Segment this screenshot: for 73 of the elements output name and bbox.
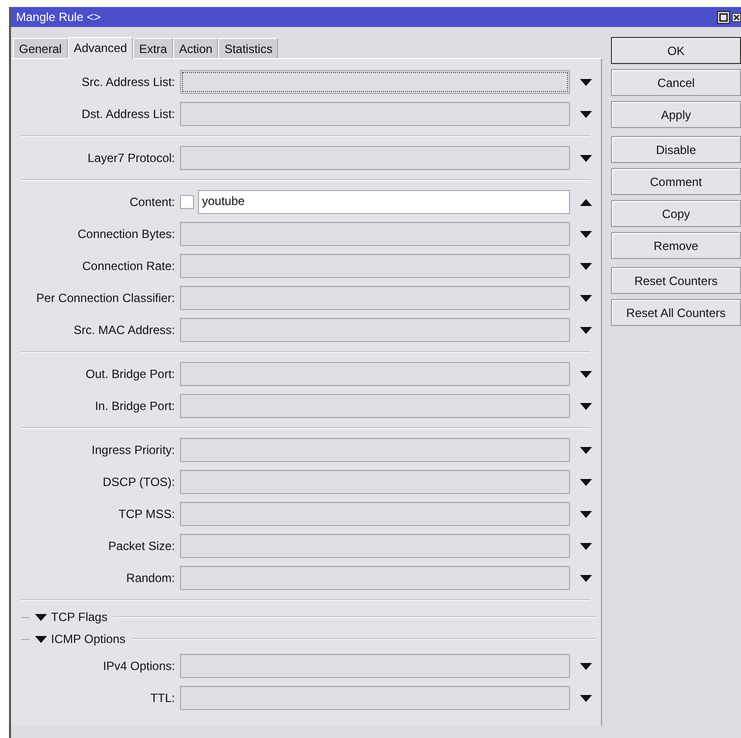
field-label: Ingress Priority:: [90, 443, 175, 457]
input-field[interactable]: [180, 534, 570, 558]
field-label: Out. Bridge Port:: [84, 367, 175, 381]
field-label: Src. MAC Address:: [72, 323, 175, 337]
input-field[interactable]: [180, 362, 570, 386]
dropdown-arrow-icon[interactable]: [580, 370, 592, 378]
dropdown-arrow-icon[interactable]: [580, 230, 592, 238]
action-button[interactable]: Cancel: [611, 69, 741, 96]
dropdown-arrow-icon[interactable]: [580, 574, 592, 582]
window-title: Mangle Rule <>: [16, 10, 102, 24]
input-field[interactable]: [180, 286, 570, 310]
field-label: Connection Bytes:: [76, 227, 175, 241]
input-field[interactable]: [180, 470, 570, 494]
action-button[interactable]: Copy: [611, 200, 741, 227]
input-field[interactable]: [180, 438, 570, 462]
input-field[interactable]: [180, 102, 570, 126]
action-button[interactable]: Reset All Counters: [611, 299, 741, 326]
section-toggle[interactable]: ICMP Options: [33, 632, 128, 646]
collapse-arrow-icon[interactable]: [580, 198, 592, 206]
dropdown-arrow-icon[interactable]: [580, 110, 592, 118]
dropdown-arrow-icon[interactable]: [580, 294, 592, 302]
input-field[interactable]: [180, 146, 570, 170]
field-label: In. Bridge Port:: [94, 399, 175, 413]
dropdown-arrow-icon[interactable]: [580, 78, 592, 86]
dropdown-arrow-icon[interactable]: [580, 478, 592, 486]
input-field[interactable]: [180, 686, 570, 710]
dropdown-arrow-icon[interactable]: [580, 402, 592, 410]
dropdown-arrow-icon[interactable]: [580, 326, 592, 334]
tab[interactable]: Extra: [133, 38, 174, 58]
tab[interactable]: Advanced: [68, 37, 134, 59]
action-button[interactable]: Comment: [611, 168, 741, 195]
expand-arrow-icon: [35, 636, 47, 642]
dropdown-arrow-icon[interactable]: [580, 510, 592, 518]
action-button[interactable]: OK: [611, 37, 741, 64]
dropdown-arrow-icon[interactable]: [580, 542, 592, 550]
tab[interactable]: Statistics: [218, 38, 278, 58]
tab[interactable]: General: [13, 38, 68, 58]
dropdown-arrow-icon[interactable]: [580, 446, 592, 454]
tab[interactable]: Action: [173, 38, 218, 58]
input-field[interactable]: [180, 502, 570, 526]
field-label: TCP MSS:: [118, 507, 175, 521]
close-icon[interactable]: [732, 10, 741, 24]
field-label: DSCP (TOS):: [102, 475, 175, 489]
action-button[interactable]: Reset Counters: [611, 267, 741, 294]
negate-checkbox[interactable]: [180, 195, 194, 209]
dropdown-arrow-icon[interactable]: [580, 694, 592, 702]
field-label: Random:: [125, 571, 175, 585]
input-field[interactable]: [180, 70, 570, 94]
action-button[interactable]: Disable: [611, 136, 741, 163]
action-button[interactable]: Apply: [611, 101, 741, 128]
field-label: Packet Size:: [107, 539, 175, 553]
input-field[interactable]: [180, 394, 570, 418]
field-label: TTL:: [149, 691, 175, 705]
input-field[interactable]: youtube: [198, 190, 570, 214]
field-label: IPv4 Options:: [102, 659, 175, 673]
field-label: Layer7 Protocol:: [86, 151, 175, 165]
field-label: Content:: [128, 195, 175, 209]
field-label: Per Connection Classifier:: [35, 291, 175, 305]
section-toggle[interactable]: TCP Flags: [33, 610, 110, 624]
expand-arrow-icon: [35, 614, 47, 620]
field-label: Dst. Address List:: [80, 107, 175, 121]
dropdown-arrow-icon[interactable]: [580, 662, 592, 670]
field-label: Src. Address List:: [80, 75, 175, 89]
field-label: Connection Rate:: [81, 259, 175, 273]
dropdown-arrow-icon[interactable]: [580, 262, 592, 270]
input-field[interactable]: [180, 254, 570, 278]
input-field[interactable]: [180, 222, 570, 246]
input-field[interactable]: [180, 318, 570, 342]
input-field[interactable]: [180, 566, 570, 590]
input-field[interactable]: [180, 654, 570, 678]
dropdown-arrow-icon[interactable]: [580, 154, 592, 162]
maximize-icon[interactable]: [717, 10, 730, 24]
action-button[interactable]: Remove: [611, 232, 741, 259]
